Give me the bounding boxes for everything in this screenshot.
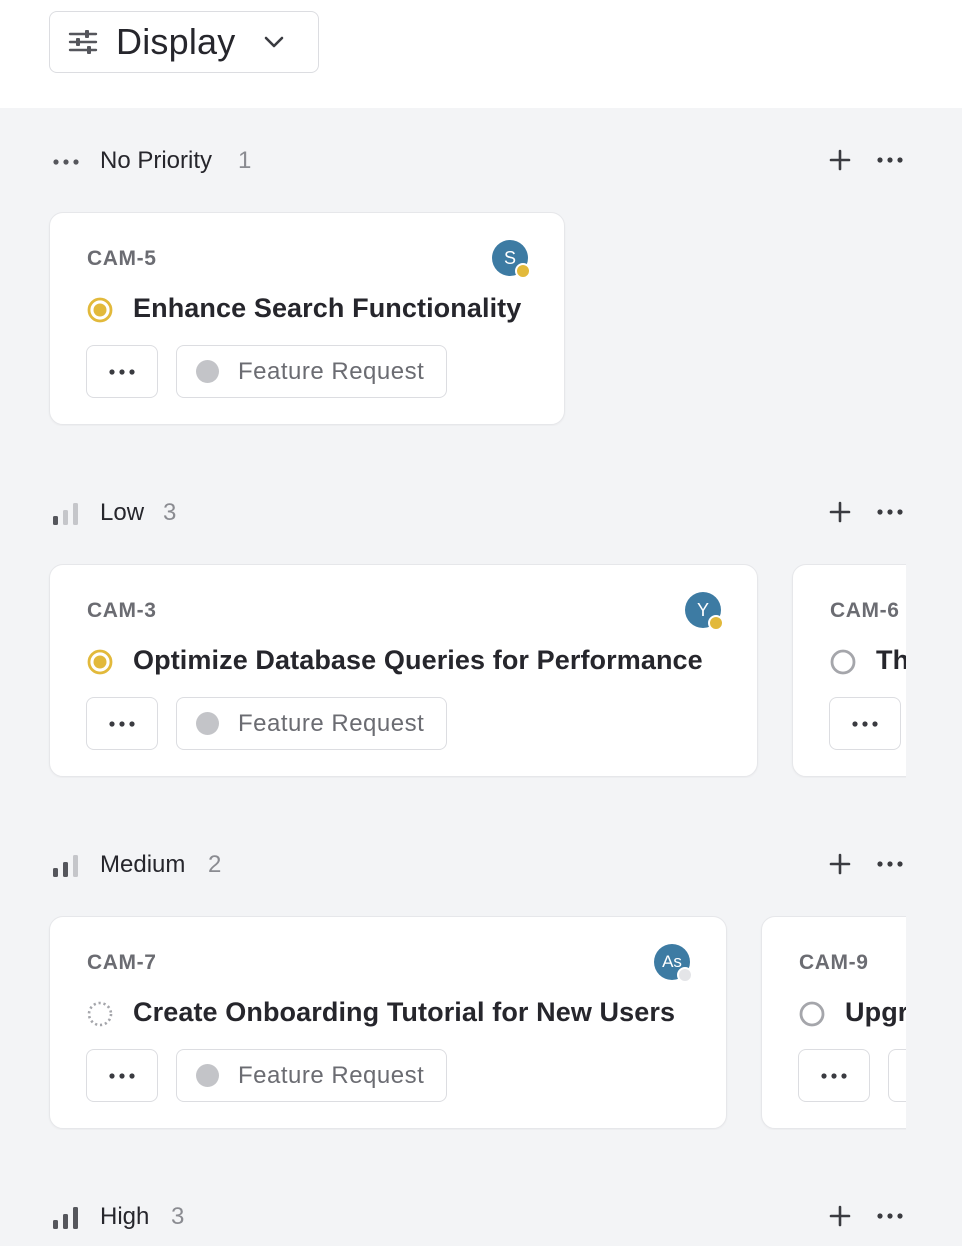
avatar-status-dot — [708, 615, 724, 631]
avatar-initials: S — [503, 247, 516, 268]
sliders-icon — [68, 29, 98, 55]
priority-medium-icon — [52, 854, 80, 878]
no-priority-icon — [52, 150, 80, 174]
issue-id: CAM-7 — [87, 951, 157, 974]
more-options-button[interactable] — [874, 1202, 906, 1230]
add-issue-button[interactable] — [826, 1202, 854, 1230]
board: No Priority 1 CAM-5 S Enhance Search Fun… — [0, 108, 962, 1246]
issue-id: CAM-3 — [87, 599, 157, 622]
issue-card[interactable]: CAM-9 Upgr — [761, 916, 906, 1129]
issue-options-button[interactable] — [829, 697, 901, 750]
issue-id: CAM-6 — [830, 599, 900, 622]
label-color-dot — [196, 1064, 219, 1087]
add-issue-button[interactable] — [826, 850, 854, 878]
label-chip[interactable]: Feature Request — [176, 697, 447, 750]
label-text: Feature Request — [238, 357, 425, 385]
chevron-down-icon — [263, 35, 285, 49]
label-color-dot — [196, 712, 219, 735]
issue-id: CAM-5 — [87, 247, 157, 270]
issue-options-button[interactable] — [798, 1049, 870, 1102]
issue-title: Th — [876, 645, 906, 675]
todo-status-icon[interactable] — [830, 649, 856, 675]
group-count: 3 — [163, 499, 177, 526]
group-name: Low — [100, 499, 145, 526]
display-button[interactable]: Display — [49, 11, 319, 73]
display-label: Display — [116, 21, 236, 62]
more-options-button[interactable] — [874, 146, 906, 174]
label-chip[interactable]: Feature Request — [176, 345, 447, 398]
issue-options-button[interactable] — [86, 1049, 158, 1102]
group-header-medium: Medium 2 — [0, 846, 962, 886]
avatar-status-dot — [515, 263, 531, 279]
more-options-button[interactable] — [874, 498, 906, 526]
add-issue-button[interactable] — [826, 146, 854, 174]
label-text: Feature Request — [238, 709, 425, 737]
issue-title: Optimize Database Queries for Performanc… — [133, 645, 703, 675]
add-issue-button[interactable] — [826, 498, 854, 526]
issue-card[interactable]: CAM-5 S Enhance Search Functionality Fea… — [49, 212, 565, 425]
group-lane-low: CAM-3 Y Optimize Database Queries for Pe… — [0, 564, 906, 778]
avatar[interactable]: As — [654, 944, 693, 983]
label-text: Feature Request — [238, 1061, 425, 1089]
label-chip[interactable]: Feature Request — [176, 1049, 447, 1102]
issue-card[interactable]: CAM-6 Th — [792, 564, 906, 777]
avatar-initials: Y — [696, 599, 709, 620]
toolbar: Display — [0, 0, 962, 108]
avatar[interactable]: Y — [685, 592, 724, 631]
issue-title: Enhance Search Functionality — [133, 293, 522, 323]
group-header-no-priority: No Priority 1 — [0, 142, 962, 182]
backlog-status-icon[interactable] — [87, 1001, 113, 1027]
priority-low-icon — [52, 502, 80, 526]
group-count: 1 — [238, 147, 252, 174]
group-count: 2 — [208, 851, 222, 878]
issue-options-button[interactable] — [86, 697, 158, 750]
issue-id: CAM-9 — [799, 951, 869, 974]
avatar[interactable]: S — [492, 240, 531, 279]
group-header-high: High 3 — [0, 1198, 962, 1238]
label-color-dot — [196, 360, 219, 383]
in-progress-status-icon[interactable] — [87, 297, 113, 323]
group-lane-no-priority: CAM-5 S Enhance Search Functionality Fea… — [0, 212, 906, 426]
group-lane-medium: CAM-7 As Create Onboarding Tutorial for … — [0, 916, 906, 1130]
group-header-low: Low 3 — [0, 494, 962, 534]
group-name: High — [100, 1203, 150, 1230]
issue-card[interactable]: CAM-7 As Create Onboarding Tutorial for … — [49, 916, 727, 1129]
issue-card[interactable]: CAM-3 Y Optimize Database Queries for Pe… — [49, 564, 758, 777]
avatar-status-dot — [677, 967, 693, 983]
issue-title: Upgr — [845, 997, 906, 1027]
todo-status-icon[interactable] — [799, 1001, 825, 1027]
group-name: No Priority — [100, 147, 213, 174]
issue-options-button[interactable] — [86, 345, 158, 398]
more-options-button[interactable] — [874, 850, 906, 878]
label-chip[interactable] — [888, 1049, 906, 1102]
priority-high-icon — [52, 1206, 80, 1230]
issue-title: Create Onboarding Tutorial for New Users — [133, 997, 676, 1027]
in-progress-status-icon[interactable] — [87, 649, 113, 675]
group-name: Medium — [100, 851, 186, 878]
group-count: 3 — [171, 1203, 185, 1230]
